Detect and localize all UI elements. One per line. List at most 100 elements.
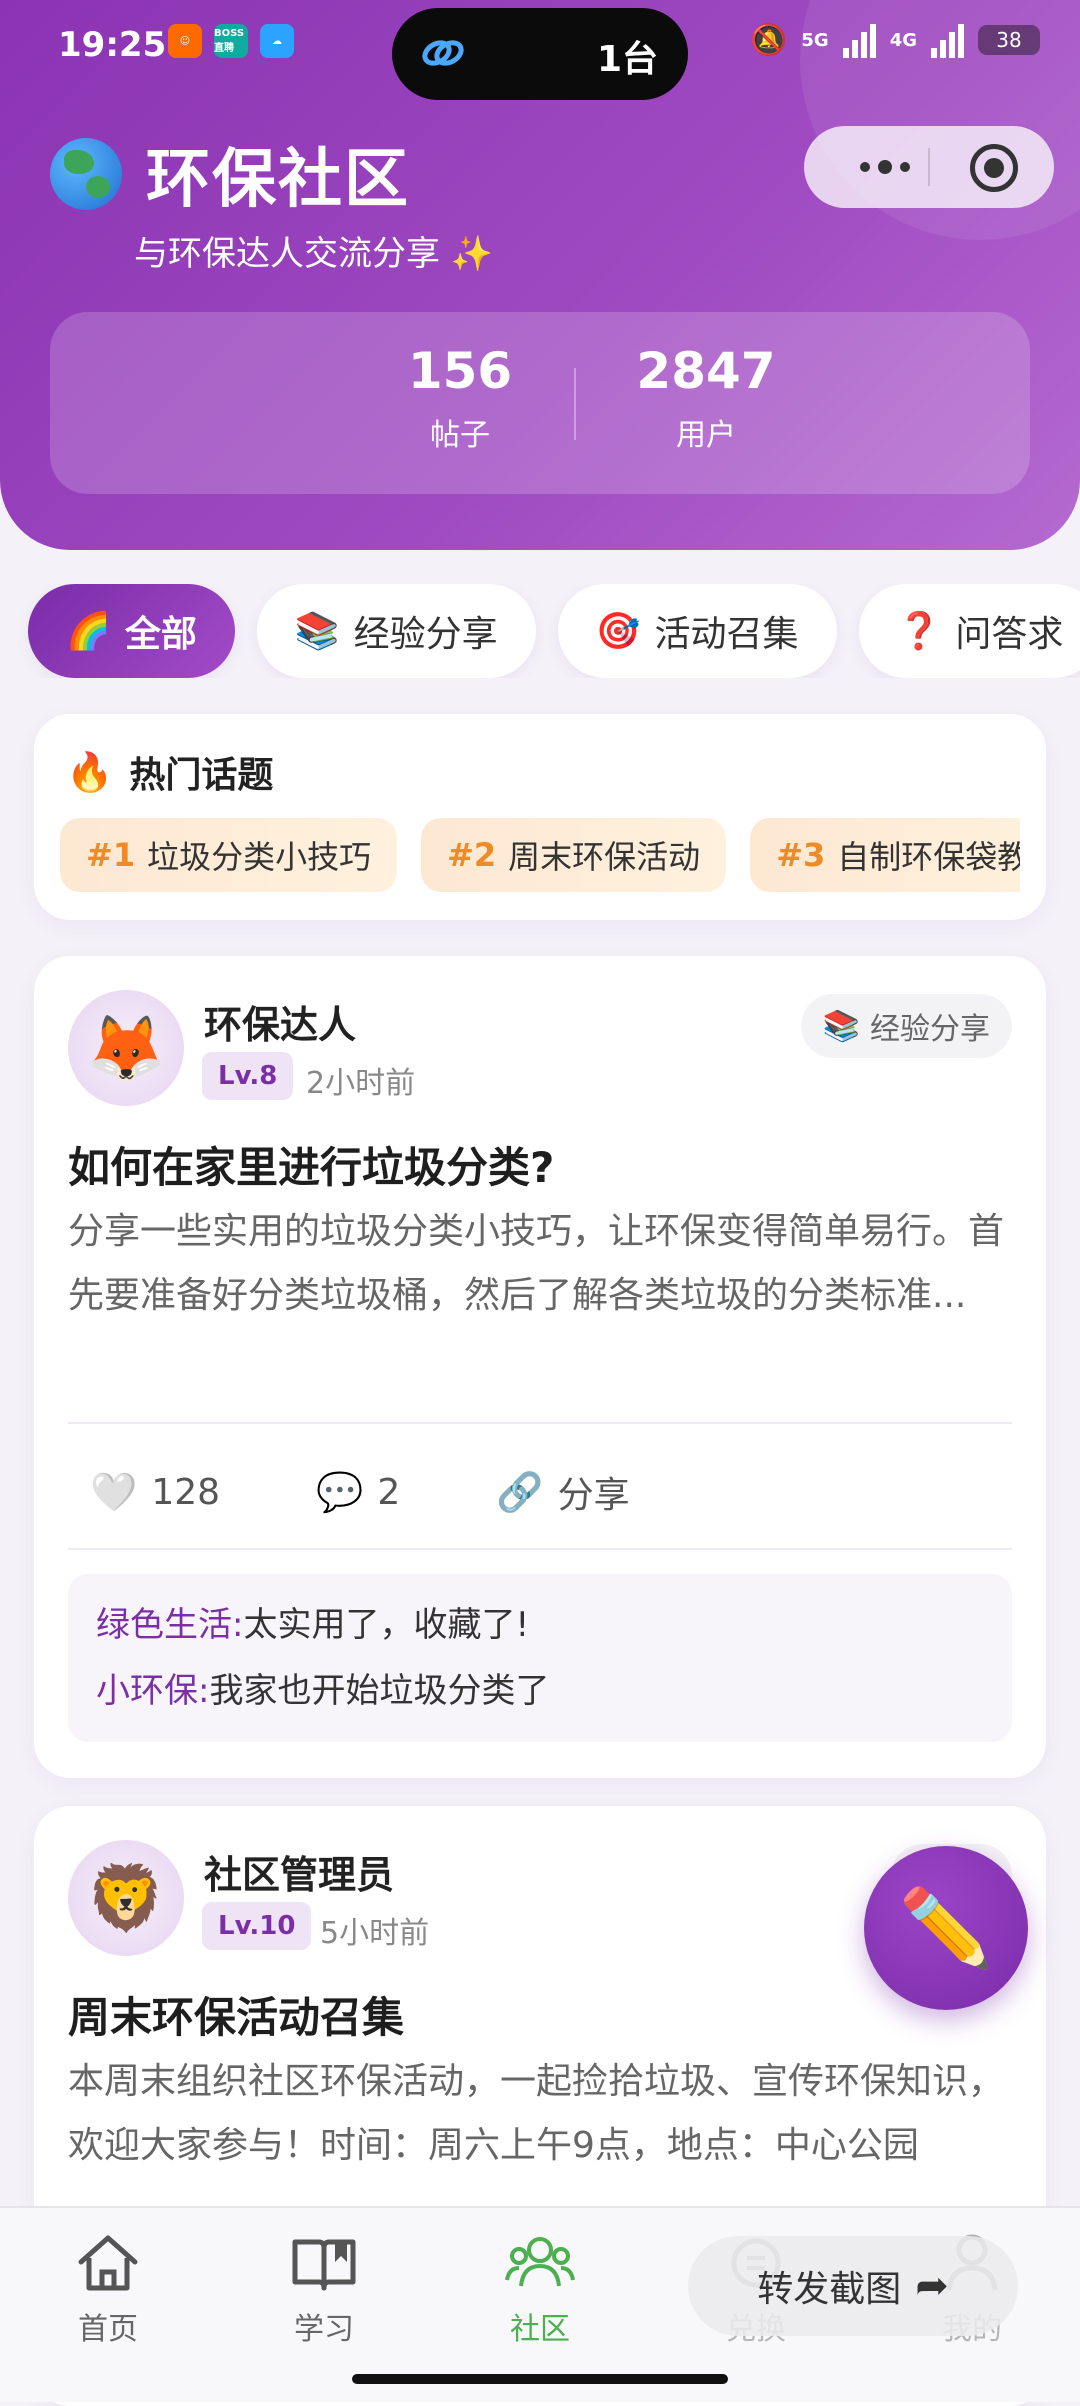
miniprogram-capsule: [804, 126, 1054, 208]
hot-topic-list: #1 垃圾分类小技巧 #2 周末环保活动 #3 自制环保袋教: [60, 818, 1020, 892]
bottom-nav: 首页 学习 社区 兑换 我的 转发截图: [0, 2206, 1080, 2402]
tab-events-label: 活动召集: [654, 614, 799, 655]
stat-posts: 156 帖子: [340, 342, 580, 454]
stat-posts-label: 帖子: [430, 418, 490, 453]
share-label: 分享: [557, 1475, 630, 1516]
comment-icon: 💬: [316, 1469, 364, 1514]
tab-experience[interactable]: 📚 经验分享: [256, 584, 536, 678]
status-bar: 19:25 ☺ BOSS直聘 ☁ 1台 🔕 5G 4G 38: [0, 0, 1080, 100]
people-icon: [505, 2237, 575, 2287]
share-screenshot-button[interactable]: 转发截图 ➦: [688, 2236, 1018, 2336]
category-badge: 📚 经验分享: [800, 994, 1012, 1058]
hot-topic-1[interactable]: #1 垃圾分类小技巧: [60, 818, 398, 892]
battery-indicator: 38: [978, 25, 1040, 55]
forward-arrow-icon: ➦: [915, 2263, 949, 2309]
comment-line: 绿色生活:太实用了，收藏了!: [96, 1592, 984, 1658]
tab-events[interactable]: 🎯 活动召集: [557, 584, 837, 678]
dynamic-island: 1台: [392, 8, 688, 100]
comment-user: 绿色生活:: [96, 1605, 244, 1645]
hot-topic-3[interactable]: #3 自制环保袋教: [750, 818, 1020, 892]
books-icon: 📚: [822, 1008, 860, 1044]
stats-divider: [574, 368, 576, 440]
category-tabs-scroller[interactable]: 🌈 全部 📚 经验分享 🎯 活动召集 ❓ 问答求: [0, 584, 1080, 678]
network-4g: 4G: [889, 29, 917, 51]
share-button[interactable]: 🔗 分享: [496, 1466, 629, 1518]
level-badge: Lv.8: [202, 1052, 294, 1100]
signal-icon-2: [931, 22, 964, 58]
post-divider: [68, 1548, 1012, 1550]
post-author[interactable]: 社区管理员: [204, 1844, 394, 1899]
globe-icon: [50, 138, 122, 210]
nav-home[interactable]: 首页: [38, 2228, 178, 2348]
post-body[interactable]: 本周末组织社区环保活动，一起捡拾垃圾、宣传环保知识，欢迎大家参与！时间：周六上午…: [68, 2050, 1012, 2178]
post-title[interactable]: 如何在家里进行垃圾分类?: [68, 1134, 554, 1195]
stat-users-value: 2847: [636, 342, 776, 400]
hot-topic-rank: #3: [776, 836, 826, 874]
avatar[interactable]: 🦊: [68, 990, 184, 1106]
hot-topic-text: 垃圾分类小技巧: [147, 838, 372, 876]
stat-users: 2847 用户: [586, 342, 826, 454]
capsule-divider: [928, 148, 930, 186]
page-subtitle: 与环保达人交流分享 ✨: [134, 234, 494, 274]
create-post-button[interactable]: ✏️: [864, 1846, 1028, 2010]
comment-text: 太实用了，收藏了!: [243, 1605, 530, 1645]
post-body[interactable]: 分享一些实用的垃圾分类小技巧，让环保变得简单易行。首先要准备好分类垃圾桶，然后了…: [68, 1200, 1012, 1328]
hot-topics-scroller[interactable]: #1 垃圾分类小技巧 #2 周末环保活动 #3 自制环保袋教: [34, 714, 1020, 920]
like-count: 128: [151, 1471, 221, 1513]
nav-learn[interactable]: 学习: [254, 2228, 394, 2348]
comment-button[interactable]: 💬 2: [316, 1470, 400, 1515]
category-label: 经验分享: [870, 1012, 990, 1047]
status-time: 19:25: [58, 25, 167, 65]
hot-topic-rank: #1: [86, 836, 136, 874]
tab-all[interactable]: 🌈 全部: [28, 584, 235, 678]
network-5g: 5G: [801, 29, 829, 51]
book-icon: [292, 2239, 356, 2291]
tab-qa-label: 问答求: [955, 614, 1064, 655]
stat-posts-value: 156: [407, 342, 513, 400]
question-icon: ❓: [896, 611, 942, 652]
rainbow-icon: 🌈: [66, 611, 111, 652]
hot-topic-2[interactable]: #2 周末环保活动: [421, 818, 727, 892]
comment-text: 我家也开始垃圾分类了: [209, 1671, 550, 1711]
post-time: 5小时前: [320, 1916, 430, 1951]
close-miniprogram-icon[interactable]: [970, 144, 1018, 192]
nav-community-label: 社区: [510, 2312, 570, 2347]
post-card[interactable]: 🦊 环保达人 Lv.8 2小时前 📚 经验分享 如何在家里进行垃圾分类? 分享一些…: [34, 956, 1046, 1778]
share-screenshot-label: 转发截图: [757, 2269, 902, 2310]
comment-preview[interactable]: 绿色生活:太实用了，收藏了! 小环保:我家也开始垃圾分类了: [68, 1574, 1012, 1742]
stats-card: 156 帖子 2847 用户: [50, 312, 1030, 494]
stat-users-label: 用户: [676, 418, 736, 453]
hot-topic-rank: #2: [447, 836, 497, 874]
notification-app-icon: ☺: [168, 24, 202, 58]
home-icon: [78, 2235, 138, 2291]
page-title: 环保社区: [146, 143, 410, 217]
tab-qa[interactable]: ❓ 问答求: [858, 584, 1080, 678]
heart-icon: 🤍: [90, 1469, 138, 1514]
signal-icon: [842, 22, 876, 58]
more-icon[interactable]: [840, 148, 930, 186]
nav-home-label: 首页: [78, 2312, 138, 2347]
post-author[interactable]: 环保达人: [204, 994, 356, 1049]
category-tabs: 🌈 全部 📚 经验分享 🎯 活动召集 ❓ 问答求: [28, 584, 1080, 678]
post-time: 2小时前: [306, 1066, 416, 1101]
post-actions: 🤍 128 💬 2 🔗 分享: [90, 1466, 726, 1518]
post-divider: [68, 1422, 1012, 1424]
hot-topic-text: 周末环保活动: [508, 838, 701, 876]
nav-learn-label: 学习: [294, 2312, 354, 2347]
home-indicator[interactable]: [352, 2374, 728, 2384]
mute-icon: 🔕: [750, 22, 788, 58]
link-icon: [422, 40, 464, 66]
nav-community[interactable]: 社区: [470, 2228, 610, 2348]
post-title[interactable]: 周末环保活动召集: [68, 1984, 404, 2045]
comment-line: 小环保:我家也开始垃圾分类了: [96, 1658, 984, 1724]
hot-topics-card: 🔥 热门话题 #1 垃圾分类小技巧 #2 周末环保活动 #3 自制环保袋教: [34, 714, 1046, 920]
pencil-icon: ✏️: [898, 1883, 994, 1972]
weather-app-icon: ☁: [260, 24, 294, 58]
like-button[interactable]: 🤍 128: [90, 1470, 220, 1515]
status-indicators: 🔕 5G 4G 38: [750, 22, 1040, 58]
community-header: 19:25 ☺ BOSS直聘 ☁ 1台 🔕 5G 4G 38 环保社区 与环保达…: [0, 0, 1080, 550]
hot-topic-text: 自制环保袋教: [837, 838, 1020, 876]
title-row: 环保社区: [50, 128, 410, 220]
target-icon: 🎯: [595, 611, 641, 652]
avatar[interactable]: 🦁: [68, 1840, 184, 1956]
